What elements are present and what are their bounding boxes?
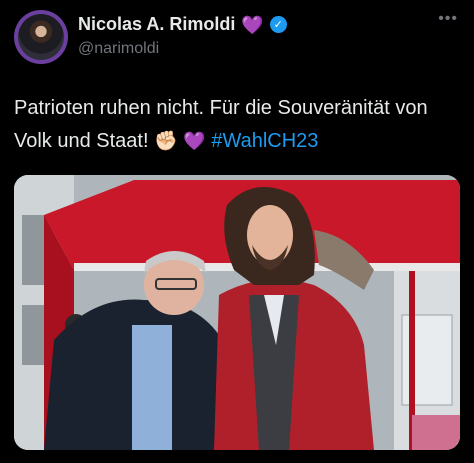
author-handle[interactable]: @narimoldi: [78, 40, 159, 58]
purple-heart-icon: 💜: [183, 131, 206, 151]
tweet-header: Nicolas A. Rimoldi 💜 ✓ @narimoldi •••: [14, 10, 460, 66]
avatar-image: [18, 14, 64, 60]
purple-heart-icon: 💜: [241, 14, 264, 35]
more-options-icon[interactable]: •••: [438, 10, 458, 28]
tweet-text: Patrioten ruhen nicht. Für die Souveräni…: [14, 92, 464, 158]
avatar[interactable]: [14, 10, 68, 64]
verified-badge-icon: ✓: [269, 16, 287, 33]
author-name-row: Nicolas A. Rimoldi 💜 ✓: [78, 14, 287, 35]
hashtag-link[interactable]: #WahlCH23: [211, 130, 318, 152]
photo-icon: [14, 175, 460, 450]
tweet-photo[interactable]: [14, 175, 460, 450]
raised-fist-icon: ✊🏻: [154, 131, 178, 152]
author-name[interactable]: Nicolas A. Rimoldi: [78, 14, 235, 35]
